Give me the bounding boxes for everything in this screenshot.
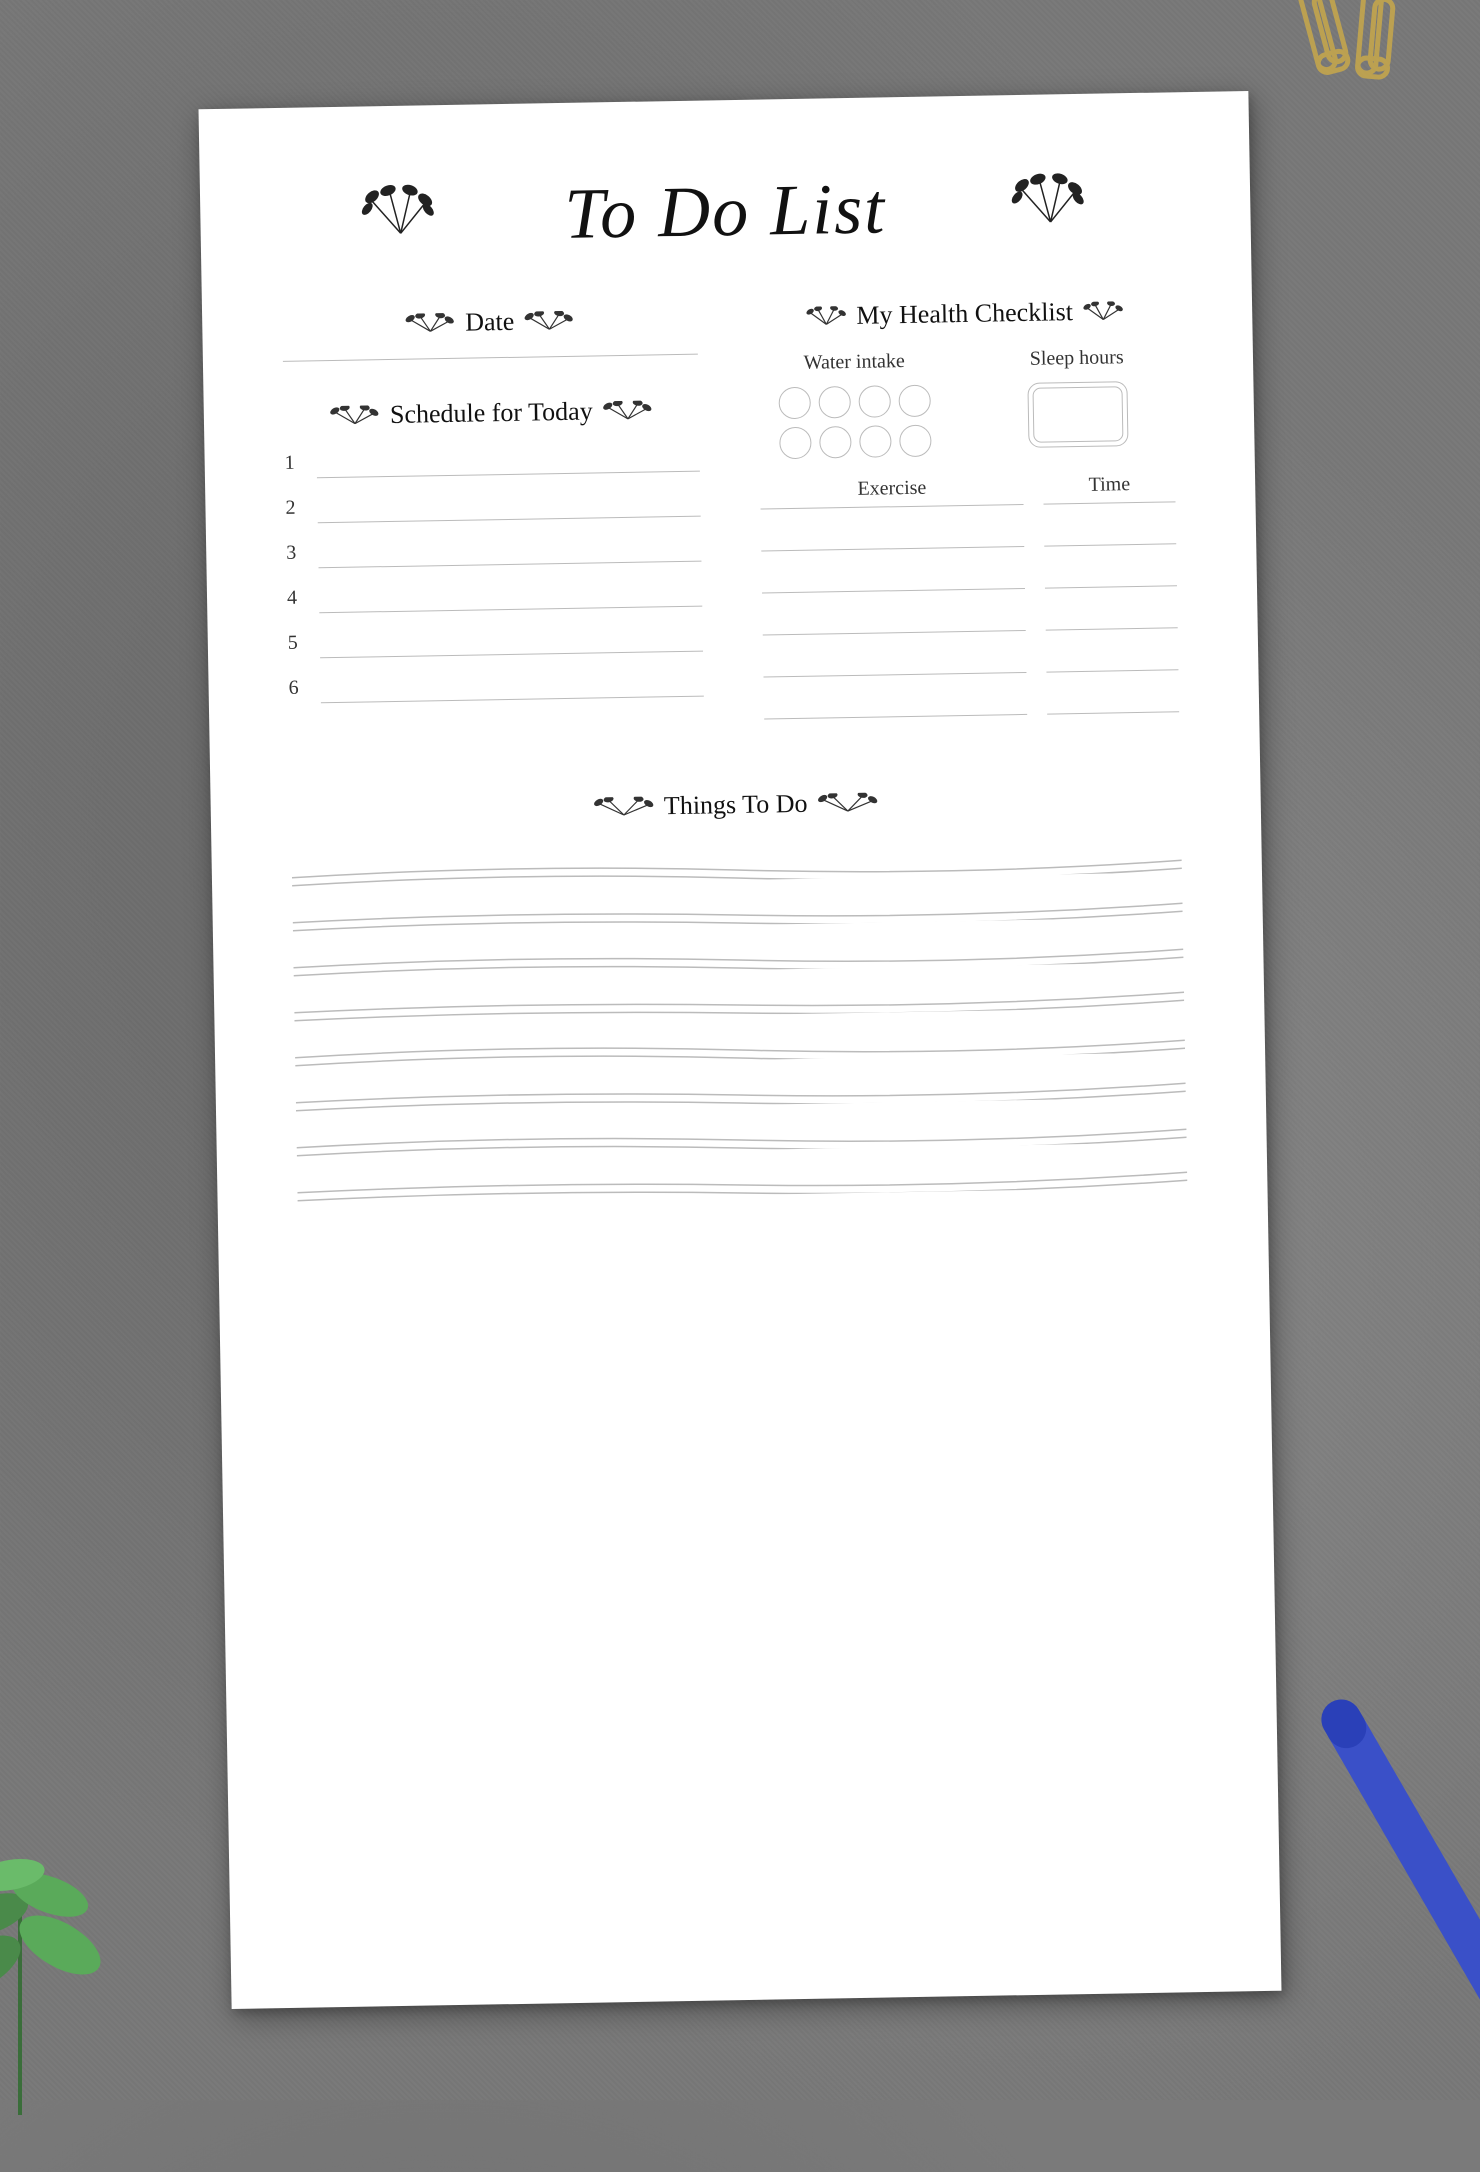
- schedule-num-2: 2: [285, 497, 305, 524]
- page-title: To Do List: [564, 168, 887, 254]
- exercise-input-5: [764, 691, 1028, 720]
- schedule-num-6: 6: [288, 676, 308, 703]
- date-title: Date: [465, 307, 515, 338]
- water-circle-5: [779, 427, 812, 460]
- time-label: Time: [1043, 472, 1175, 504]
- schedule-line-2: [317, 493, 700, 524]
- exercise-row-3: [762, 604, 1177, 635]
- water-label: Water intake: [758, 349, 951, 375]
- schedule-line-6: [320, 673, 703, 704]
- things-lines: [291, 832, 1187, 1207]
- title-area: To Do List: [280, 152, 1171, 261]
- schedule-item-2: 2: [285, 490, 700, 524]
- title-deco-right: [1010, 166, 1091, 236]
- time-input-5: [1047, 688, 1179, 714]
- things-header: Things To Do: [291, 782, 1181, 828]
- schedule-item-4: 4: [287, 580, 702, 614]
- schedule-num-5: 5: [288, 631, 308, 658]
- exercise-input-1: [761, 523, 1025, 552]
- schedule-line-5: [320, 628, 703, 659]
- health-section: My Health Checklist Wat: [757, 295, 1179, 719]
- sleep-box: [1027, 381, 1128, 448]
- schedule-line-4: [319, 583, 702, 614]
- water-circle-1: [779, 387, 812, 420]
- water-circle-7: [859, 425, 892, 458]
- things-title: Things To Do: [664, 789, 808, 822]
- exercise-input-4: [763, 649, 1027, 678]
- exercise-section: Exercise Time: [760, 472, 1179, 719]
- time-input-4: [1046, 646, 1178, 672]
- water-circle-2: [819, 386, 852, 419]
- exercise-row-5: [764, 688, 1179, 719]
- exercise-row-1: [761, 520, 1176, 551]
- time-input-1: [1044, 520, 1176, 546]
- date-section: Date: [282, 304, 698, 362]
- exercise-row-4: [763, 646, 1178, 677]
- schedule-num-4: 4: [287, 586, 307, 613]
- time-input-3: [1046, 604, 1178, 630]
- water-circle-4: [899, 385, 932, 418]
- water-circles: [758, 384, 952, 459]
- date-input-line: [283, 354, 698, 362]
- schedule-item-3: 3: [286, 535, 701, 569]
- water-circle-3: [859, 385, 892, 418]
- schedule-title: Schedule for Today: [390, 396, 593, 430]
- sleep-label: Sleep hours: [980, 345, 1173, 371]
- pen-decoration: [1360, 1655, 1480, 2160]
- left-column: Date: [282, 304, 705, 758]
- schedule-item-6: 6: [288, 670, 703, 704]
- water-column: Water intake: [758, 349, 952, 459]
- right-column: My Health Checklist Wat: [757, 295, 1180, 749]
- water-circle-6: [819, 426, 852, 459]
- paperclip-decoration: [1260, 0, 1420, 95]
- exercise-row-2: [762, 562, 1177, 593]
- schedule-num-1: 1: [284, 452, 304, 479]
- water-circle-8: [899, 425, 932, 458]
- plant-decoration: [0, 1815, 120, 2120]
- date-header: Date: [282, 304, 697, 341]
- health-header: My Health Checklist: [757, 295, 1172, 332]
- title-deco-left: [360, 177, 441, 247]
- exercise-label: Exercise: [760, 475, 1024, 510]
- health-title: My Health Checklist: [856, 297, 1073, 331]
- exercise-input-2: [762, 565, 1026, 594]
- paper: To Do List: [199, 91, 1282, 2009]
- schedule-line-1: [317, 448, 700, 479]
- schedule-line-3: [318, 538, 701, 569]
- sleep-column: Sleep hours: [980, 345, 1174, 455]
- exercise-input-3: [762, 607, 1026, 636]
- things-line-8: [297, 1147, 1188, 1203]
- water-sleep-row: Water intake Sleep h: [758, 345, 1175, 459]
- schedule-item-1: 1: [284, 445, 699, 479]
- schedule-item-5: 5: [288, 625, 703, 659]
- schedule-header: Schedule for Today: [284, 395, 699, 432]
- schedule-num-3: 3: [286, 541, 306, 568]
- exercise-header-row: Exercise Time: [760, 472, 1176, 513]
- main-columns: Date: [282, 295, 1180, 757]
- schedule-section: Schedule for Today 1: [284, 395, 704, 704]
- things-section: Things To Do: [291, 782, 1188, 1207]
- time-input-2: [1045, 562, 1177, 588]
